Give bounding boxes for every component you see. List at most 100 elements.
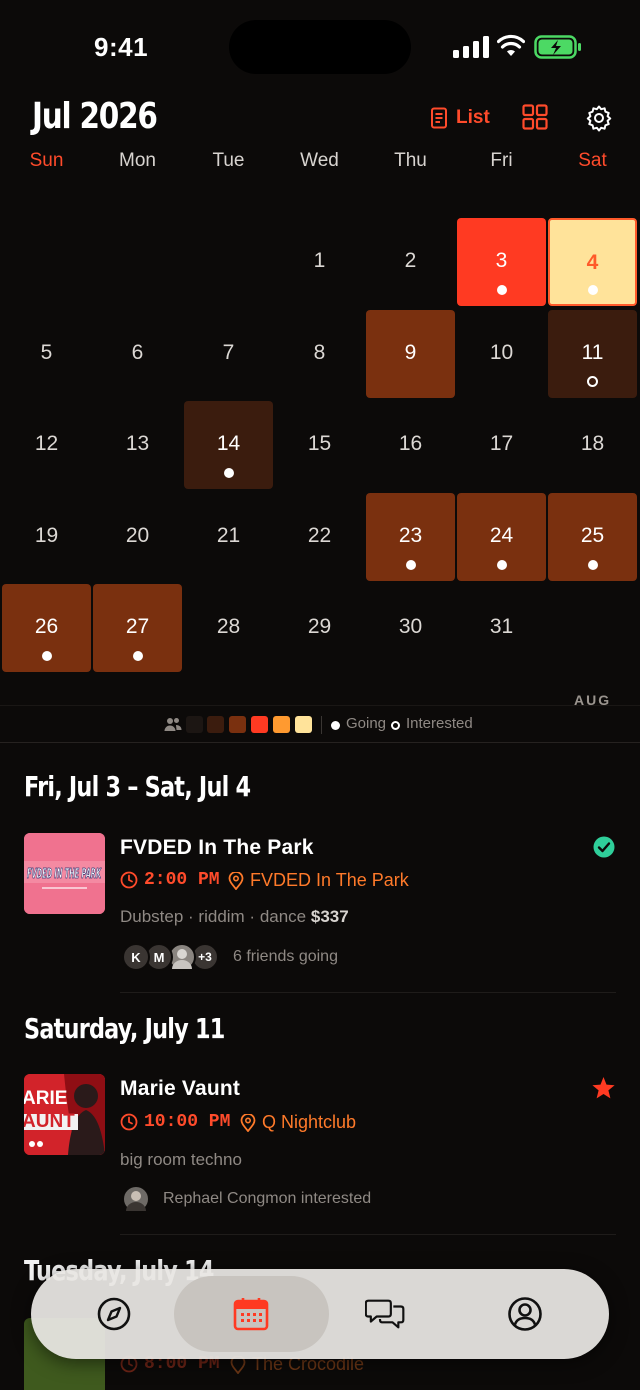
calendar-day[interactable]: 5 xyxy=(2,310,91,398)
status-time: 9:41 xyxy=(94,32,149,62)
nav-messages[interactable] xyxy=(365,1294,405,1334)
calendar-day[interactable]: 12 xyxy=(2,401,91,489)
calendar-day[interactable]: 6 xyxy=(93,310,182,398)
people-icon xyxy=(164,718,182,731)
event-title: Marie Vaunt xyxy=(120,1077,241,1100)
weekday-sun: Sun xyxy=(29,150,64,171)
weekday-wed: Wed xyxy=(300,150,339,171)
clock-icon xyxy=(120,1113,138,1131)
calendar-day[interactable]: 26 xyxy=(2,584,91,672)
calendar-day[interactable]: 24 xyxy=(457,493,546,581)
calendar-day-selected[interactable]: 4 xyxy=(548,218,637,306)
legend-separator xyxy=(321,716,322,734)
status-bar: 9:41 xyxy=(0,0,640,96)
divider xyxy=(120,992,616,993)
event-title: FVDED In The Park xyxy=(120,836,314,859)
calendar-day[interactable]: 25 xyxy=(548,493,637,581)
bottom-nav xyxy=(31,1269,609,1359)
legend-swatch xyxy=(229,716,246,733)
calendar-day[interactable]: 11 xyxy=(548,310,637,398)
grid-view-icon[interactable] xyxy=(522,104,548,130)
nav-calendar[interactable] xyxy=(231,1294,271,1334)
svg-text:FVDED IN THE PARK: FVDED IN THE PARK xyxy=(27,867,101,882)
going-dot xyxy=(133,651,143,661)
compass-icon xyxy=(97,1297,131,1331)
wifi-icon xyxy=(497,34,525,56)
going-dot xyxy=(42,651,52,661)
calendar-day[interactable]: 1 xyxy=(275,218,364,306)
interested-ring xyxy=(587,376,598,387)
calendar-day[interactable]: 30 xyxy=(366,584,455,672)
divider xyxy=(120,1234,616,1235)
calendar-day[interactable]: 17 xyxy=(457,401,546,489)
going-dot xyxy=(497,285,507,295)
calendar-day[interactable]: 13 xyxy=(93,401,182,489)
legend-swatch xyxy=(295,716,312,733)
going-dot xyxy=(497,560,507,570)
calendar-day[interactable]: 15 xyxy=(275,401,364,489)
calendar-day[interactable]: 31 xyxy=(457,584,546,672)
weekday-fri: Fri xyxy=(490,150,513,171)
svg-text:AUNT: AUNT xyxy=(24,1111,75,1132)
calendar-day[interactable]: 29 xyxy=(275,584,364,672)
profile-icon xyxy=(508,1297,542,1331)
section-title: Saturday, July 11 xyxy=(24,1012,225,1045)
location-pin-icon xyxy=(240,1113,256,1132)
calendar-day[interactable]: 7 xyxy=(184,310,273,398)
calendar-day[interactable]: 27 xyxy=(93,584,182,672)
calendar-day[interactable]: 8 xyxy=(275,310,364,398)
calendar-icon xyxy=(233,1298,269,1331)
gear-icon[interactable] xyxy=(585,104,613,132)
calendar-day[interactable]: 20 xyxy=(93,493,182,581)
friends-going: 6 friends going xyxy=(233,948,338,965)
month-title[interactable]: Jul 2026 xyxy=(32,96,158,137)
event-thumbnail: ARIE AUNT xyxy=(24,1074,105,1155)
calendar-day[interactable]: 3 xyxy=(457,218,546,306)
interested-friend: Rephael Congmon interested xyxy=(163,1190,372,1207)
calendar-day[interactable]: 16 xyxy=(366,401,455,489)
event-venue[interactable]: Q Nightclub xyxy=(240,1112,356,1133)
check-circle-icon[interactable] xyxy=(593,836,615,858)
event-time: 10:00 PM xyxy=(120,1112,230,1132)
legend-swatch xyxy=(251,716,268,733)
calendar-day[interactable]: 23 xyxy=(366,493,455,581)
calendar-day[interactable]: 18 xyxy=(548,401,637,489)
calendar-day[interactable]: 28 xyxy=(184,584,273,672)
going-dot xyxy=(331,721,340,730)
marie-vaunt-poster: ARIE AUNT xyxy=(24,1074,105,1155)
clock-icon xyxy=(120,871,138,889)
fvded-poster: FVDED IN THE PARK xyxy=(24,833,105,914)
nav-profile[interactable] xyxy=(505,1294,545,1334)
calendar-legend: Going Interested xyxy=(0,705,640,743)
event-tags: big room techno xyxy=(120,1150,242,1169)
going-dot xyxy=(224,468,234,478)
messages-icon xyxy=(365,1299,405,1329)
legend-going: Going xyxy=(346,715,387,732)
legend-swatch xyxy=(207,716,224,733)
location-pin-icon xyxy=(228,871,244,890)
event-venue[interactable]: FVDED In The Park xyxy=(228,870,409,891)
calendar-day[interactable]: 14 xyxy=(184,401,273,489)
going-dot xyxy=(588,560,598,570)
weekday-tue: Tue xyxy=(212,150,245,171)
calendar-day[interactable]: 2 xyxy=(366,218,455,306)
calendar-day[interactable]: 9 xyxy=(366,310,455,398)
list-view-button[interactable]: List xyxy=(430,103,490,133)
calendar-day[interactable]: 21 xyxy=(184,493,273,581)
calendar-day[interactable]: 19 xyxy=(2,493,91,581)
nav-discover[interactable] xyxy=(94,1294,134,1334)
event-tags: Dubstep · riddim · dance $337 xyxy=(120,907,349,926)
dynamic-island xyxy=(229,20,411,74)
avatar-photo xyxy=(122,1185,150,1213)
section-title: Fri, Jul 3 – Sat, Jul 4 xyxy=(24,770,251,803)
svg-text:ARIE: ARIE xyxy=(24,1088,67,1109)
star-icon[interactable] xyxy=(591,1076,616,1100)
calendar-day[interactable]: 22 xyxy=(275,493,364,581)
event-price: $337 xyxy=(310,907,349,926)
weekday-sat: Sat xyxy=(578,150,607,171)
event-thumbnail: FVDED IN THE PARK xyxy=(24,833,105,914)
list-view-label: List xyxy=(456,107,490,128)
calendar-day[interactable]: 10 xyxy=(457,310,546,398)
interested-ring xyxy=(391,721,400,730)
avatar: K xyxy=(122,943,150,971)
